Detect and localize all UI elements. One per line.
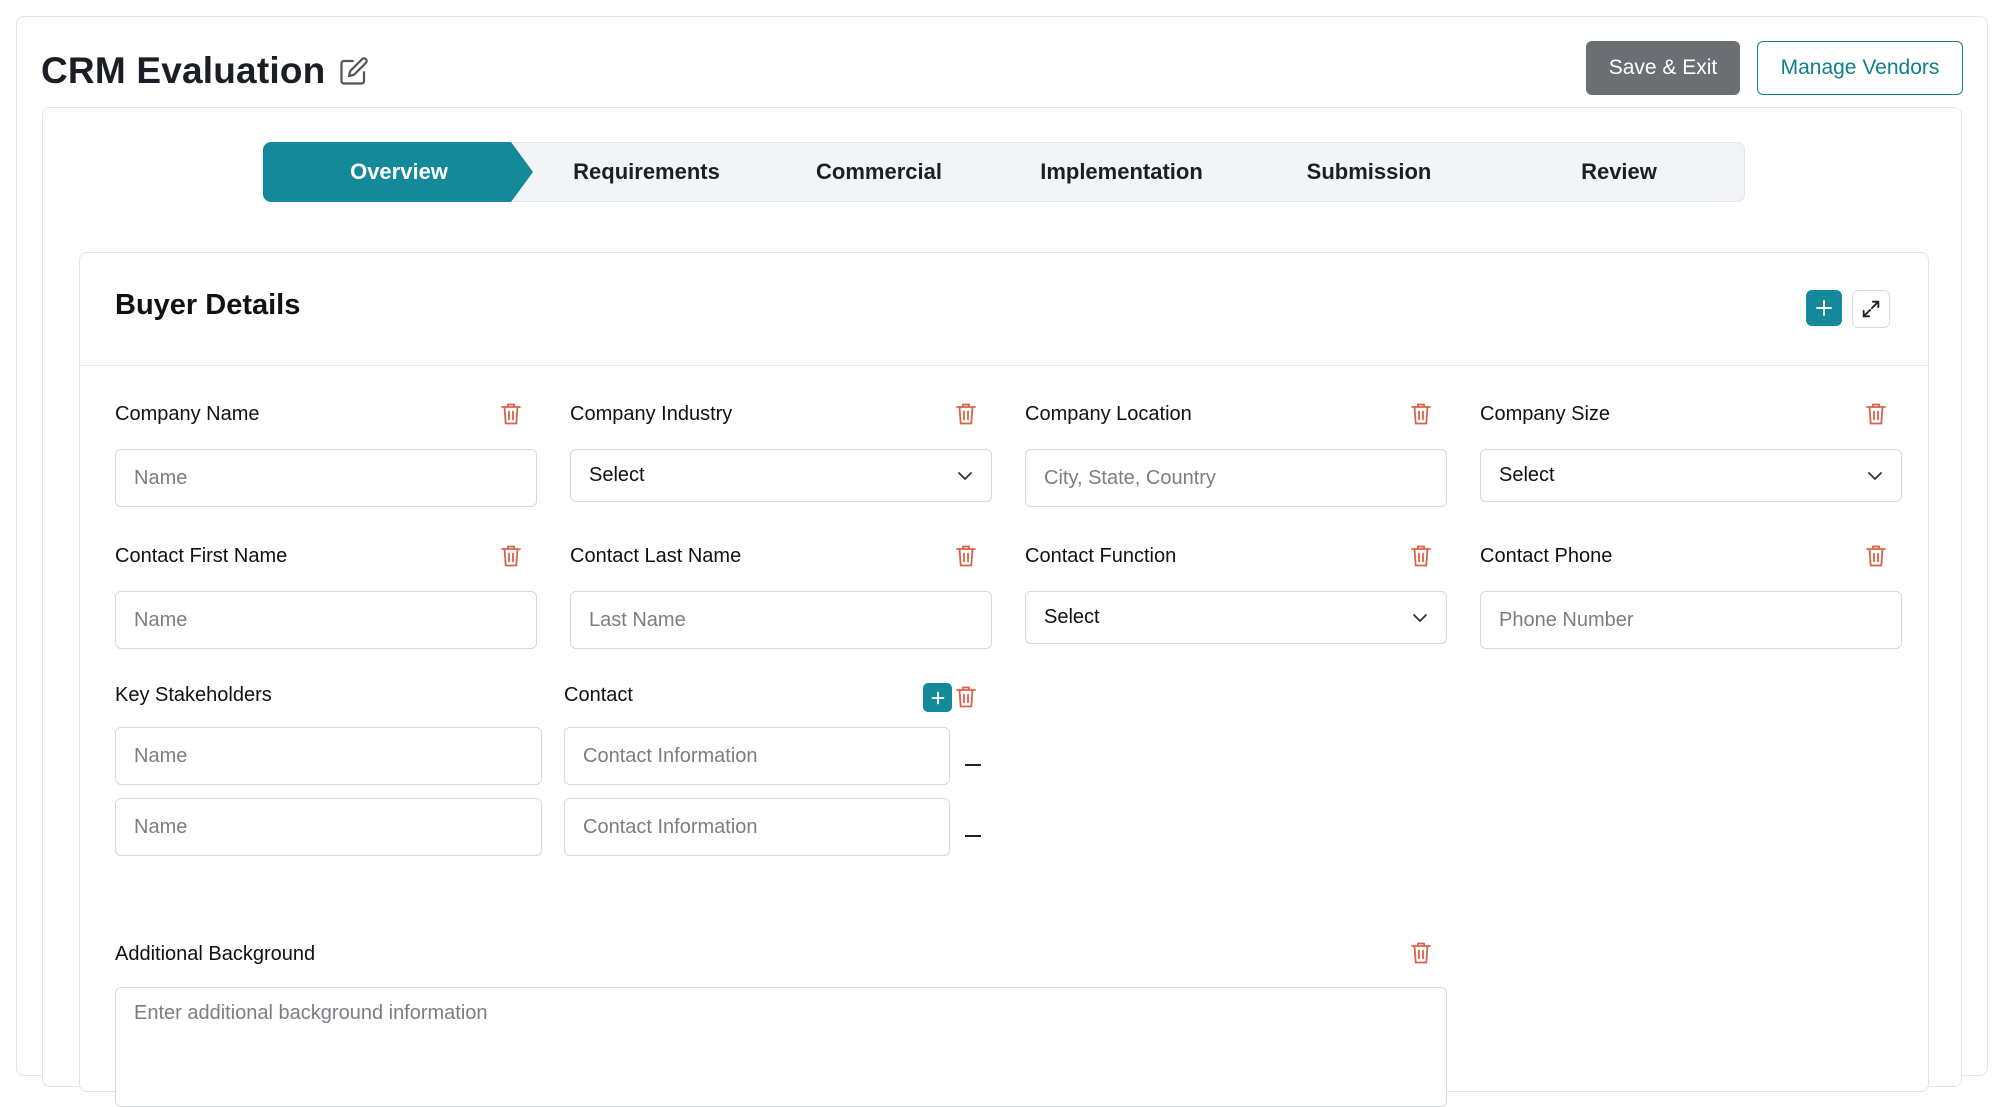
contact-phone-label: Contact Phone xyxy=(1480,545,1613,567)
company-industry-select[interactable]: Select xyxy=(570,449,992,502)
edit-icon[interactable] xyxy=(339,56,369,86)
company-industry-value: Select xyxy=(589,464,645,486)
company-location-label: Company Location xyxy=(1025,403,1192,425)
contact-function-select[interactable]: Select xyxy=(1025,591,1447,644)
company-size-value: Select xyxy=(1499,464,1555,486)
expand-icon xyxy=(1862,300,1880,318)
trash-icon[interactable] xyxy=(1410,941,1432,965)
buyer-details-card: Buyer Details Company Name Name Company … xyxy=(79,252,1929,1107)
contact-first-name-input[interactable]: Name xyxy=(115,591,537,649)
save-exit-button[interactable]: Save & Exit xyxy=(1586,41,1740,95)
step-overview[interactable]: Overview xyxy=(264,143,534,201)
stakeholder-contact-input[interactable]: Contact Information xyxy=(564,798,950,856)
step-submission[interactable]: Submission xyxy=(1244,143,1494,201)
card-header: Buyer Details xyxy=(80,253,1928,366)
contact-first-name-label: Contact First Name xyxy=(115,545,288,567)
step-commercial[interactable]: Commercial xyxy=(759,143,999,201)
stakeholder-name-input[interactable]: Name xyxy=(115,798,542,856)
remove-row-button[interactable] xyxy=(965,764,981,766)
contact-phone-input[interactable]: Phone Number xyxy=(1480,591,1902,649)
contact-last-name-input[interactable]: Last Name xyxy=(570,591,992,649)
plus-icon xyxy=(1816,300,1832,316)
contact-phone-placeholder: Phone Number xyxy=(1499,608,1634,631)
stakeholder-contact-label: Contact xyxy=(564,684,633,706)
stakeholder-contact-placeholder: Contact Information xyxy=(583,815,758,838)
stakeholder-name-input[interactable]: Name xyxy=(115,727,542,785)
contact-first-name-placeholder: Name xyxy=(134,608,188,631)
trash-icon[interactable] xyxy=(500,544,522,568)
step-requirements[interactable]: Requirements xyxy=(534,143,759,201)
stakeholder-name-placeholder: Name xyxy=(134,815,188,838)
additional-background-textarea[interactable]: Enter additional background information xyxy=(115,987,1447,1107)
progress-stepper: Overview Requirements Commercial Impleme… xyxy=(263,142,1745,202)
contact-last-name-placeholder: Last Name xyxy=(589,608,686,631)
company-size-label: Company Size xyxy=(1480,403,1611,425)
company-name-label: Company Name xyxy=(115,403,260,425)
step-review[interactable]: Review xyxy=(1494,143,1744,201)
stakeholder-name-placeholder: Name xyxy=(134,744,188,767)
contact-function-label: Contact Function xyxy=(1025,545,1177,567)
title-row: CRM Evaluation xyxy=(41,41,369,101)
remove-row-button[interactable] xyxy=(965,835,981,837)
step-implementation[interactable]: Implementation xyxy=(999,143,1244,201)
additional-background-label: Additional Background xyxy=(115,943,316,965)
page-title: CRM Evaluation xyxy=(41,50,326,91)
trash-icon[interactable] xyxy=(1410,402,1432,426)
company-location-input[interactable]: City, State, Country xyxy=(1025,449,1447,507)
chevron-down-icon xyxy=(958,471,972,480)
key-stakeholders-label: Key Stakeholders xyxy=(115,684,272,706)
trash-icon[interactable] xyxy=(1865,544,1887,568)
trash-icon[interactable] xyxy=(1865,402,1887,426)
company-size-select[interactable]: Select xyxy=(1480,449,1902,502)
additional-background-placeholder: Enter additional background information xyxy=(134,1002,488,1024)
add-field-button[interactable] xyxy=(1806,290,1842,326)
section-title: Buyer Details xyxy=(115,289,301,321)
trash-icon[interactable] xyxy=(500,402,522,426)
manage-vendors-button[interactable]: Manage Vendors xyxy=(1757,41,1963,95)
add-stakeholder-button[interactable] xyxy=(923,683,952,712)
trash-icon[interactable] xyxy=(955,402,977,426)
expand-button[interactable] xyxy=(1852,290,1890,328)
stakeholder-contact-placeholder: Contact Information xyxy=(583,744,758,767)
company-location-placeholder: City, State, Country xyxy=(1044,466,1216,489)
company-name-input[interactable]: Name xyxy=(115,449,537,507)
chevron-down-icon xyxy=(1413,613,1427,622)
contact-last-name-label: Contact Last Name xyxy=(570,545,742,567)
company-name-placeholder: Name xyxy=(134,466,188,489)
chevron-down-icon xyxy=(1868,471,1882,480)
page-container: CRM Evaluation Save & Exit Manage Vendor… xyxy=(16,16,1988,1107)
company-industry-label: Company Industry xyxy=(570,403,733,425)
trash-icon[interactable] xyxy=(1410,544,1432,568)
content-panel: Overview Requirements Commercial Impleme… xyxy=(42,107,1962,1107)
trash-icon[interactable] xyxy=(955,544,977,568)
stakeholder-contact-input[interactable]: Contact Information xyxy=(564,727,950,785)
contact-function-value: Select xyxy=(1044,606,1100,628)
plus-icon xyxy=(931,691,944,704)
trash-icon[interactable] xyxy=(955,685,977,709)
